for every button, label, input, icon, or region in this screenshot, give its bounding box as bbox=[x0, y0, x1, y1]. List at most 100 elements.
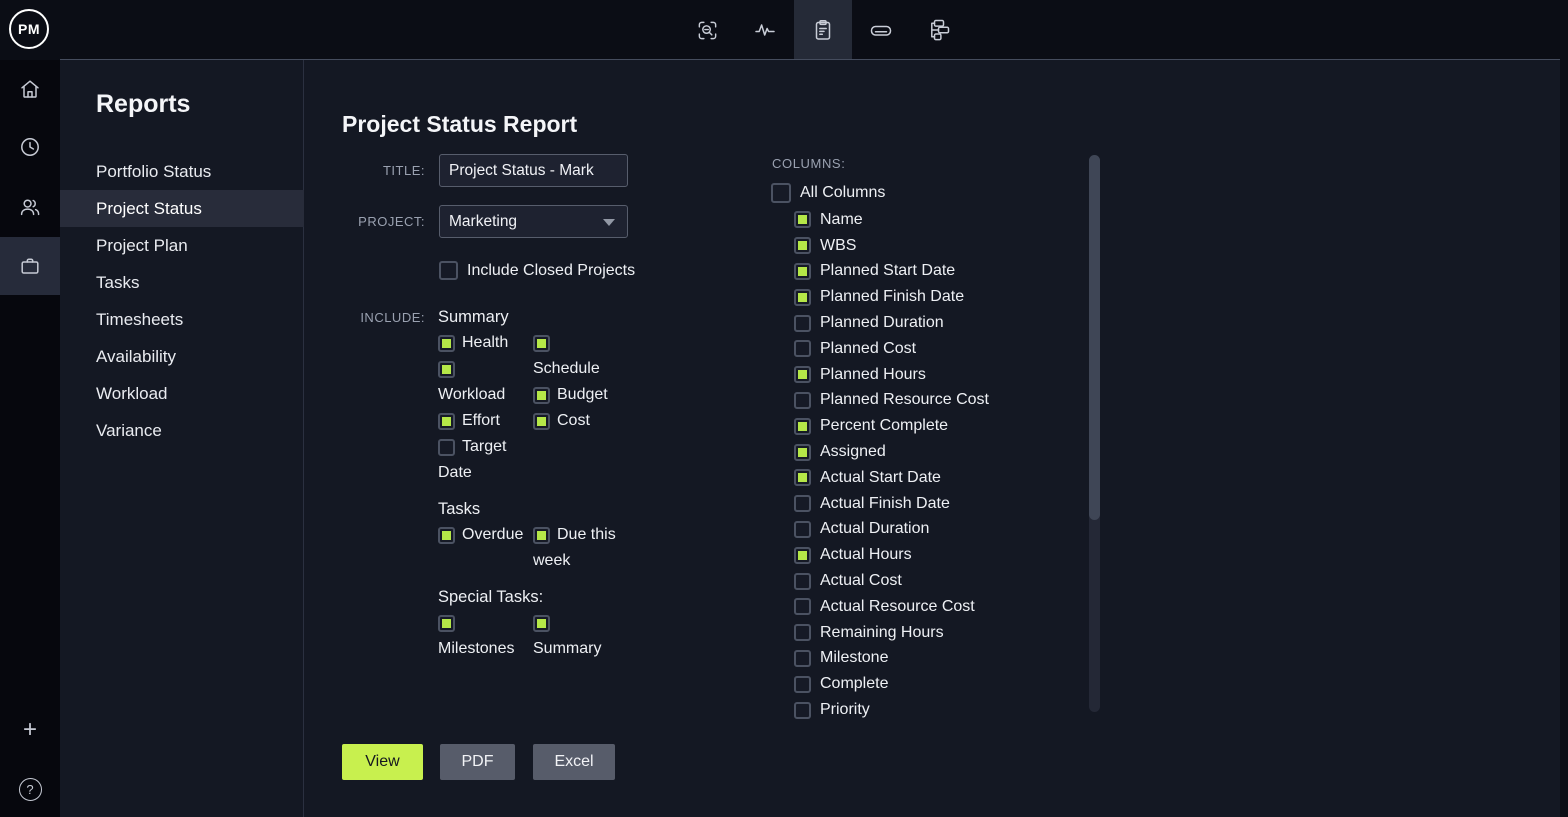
title-input[interactable] bbox=[439, 154, 628, 187]
sidebar-item-tasks[interactable]: Tasks bbox=[60, 264, 304, 301]
column-option-milestone[interactable]: Milestone bbox=[794, 646, 989, 672]
include-group-tasks: TasksOverdueDue thisweek bbox=[438, 498, 738, 574]
all-columns-option[interactable]: All Columns bbox=[771, 183, 885, 203]
column-option-planned-start-date[interactable]: Planned Start Date bbox=[794, 259, 989, 285]
include-option-milestones[interactable]: Milestones bbox=[438, 610, 533, 662]
view-button[interactable]: View bbox=[342, 744, 423, 780]
gantt-tab[interactable] bbox=[910, 0, 968, 60]
checkbox[interactable] bbox=[533, 387, 550, 404]
checkbox[interactable] bbox=[794, 340, 811, 357]
column-option-wbs[interactable]: WBS bbox=[794, 233, 989, 259]
include-option-overdue[interactable]: Overdue bbox=[438, 522, 533, 548]
columns-scrollbar-thumb[interactable] bbox=[1089, 155, 1100, 520]
excel-button[interactable]: Excel bbox=[533, 744, 615, 780]
sidebar-item-project-status[interactable]: Project Status bbox=[60, 190, 304, 227]
checkbox[interactable] bbox=[794, 289, 811, 306]
briefcase-icon bbox=[18, 254, 42, 278]
include-closed-checkbox[interactable] bbox=[439, 261, 458, 280]
pdf-button[interactable]: PDF bbox=[440, 744, 515, 780]
checkbox[interactable] bbox=[533, 335, 550, 352]
add-icon: + bbox=[23, 718, 37, 742]
timeline-tab[interactable] bbox=[852, 0, 910, 60]
checkbox[interactable] bbox=[794, 624, 811, 641]
checkbox[interactable] bbox=[533, 527, 550, 544]
sidebar-item-home[interactable] bbox=[0, 60, 60, 118]
checkbox[interactable] bbox=[794, 263, 811, 280]
include-option-effort[interactable]: Effort bbox=[438, 408, 533, 434]
column-option-actual-resource-cost[interactable]: Actual Resource Cost bbox=[794, 594, 989, 620]
column-option-priority[interactable]: Priority bbox=[794, 697, 989, 723]
column-option-planned-finish-date[interactable]: Planned Finish Date bbox=[794, 284, 989, 310]
zoom-search-tab[interactable] bbox=[678, 0, 736, 60]
checkbox[interactable] bbox=[794, 444, 811, 461]
sidebar-item-time[interactable] bbox=[0, 118, 60, 176]
checkbox[interactable] bbox=[794, 573, 811, 590]
checkbox[interactable] bbox=[794, 392, 811, 409]
checkbox[interactable] bbox=[533, 615, 550, 632]
column-option-assigned[interactable]: Assigned bbox=[794, 439, 989, 465]
column-option-actual-finish-date[interactable]: Actual Finish Date bbox=[794, 491, 989, 517]
checkbox[interactable] bbox=[438, 439, 455, 456]
checkbox[interactable] bbox=[438, 527, 455, 544]
option-label: Overdue bbox=[462, 526, 523, 544]
column-option-name[interactable]: Name bbox=[794, 207, 989, 233]
include-option-target-date[interactable]: TargetDate bbox=[438, 434, 533, 486]
checkbox[interactable] bbox=[438, 615, 455, 632]
checkbox[interactable] bbox=[533, 413, 550, 430]
checkbox[interactable] bbox=[794, 418, 811, 435]
include-option-due-this-week[interactable]: Due thisweek bbox=[533, 522, 628, 574]
include-option-schedule[interactable]: Schedule bbox=[533, 330, 628, 382]
project-select[interactable]: Marketing bbox=[439, 205, 628, 238]
include-option-budget[interactable]: Budget bbox=[533, 382, 628, 408]
checkbox[interactable] bbox=[794, 702, 811, 719]
sidebar-item-variance[interactable]: Variance bbox=[60, 412, 304, 449]
include-option-summary[interactable]: Summary bbox=[533, 610, 628, 662]
checkbox[interactable] bbox=[794, 598, 811, 615]
column-option-complete[interactable]: Complete bbox=[794, 671, 989, 697]
sidebar-item-timesheets[interactable]: Timesheets bbox=[60, 301, 304, 338]
checkbox[interactable] bbox=[794, 366, 811, 383]
checkbox[interactable] bbox=[438, 335, 455, 352]
sidebar-item-project-plan[interactable]: Project Plan bbox=[60, 227, 304, 264]
sidebar-item-portfolio-status[interactable]: Portfolio Status bbox=[60, 153, 304, 190]
sidebar-item-availability[interactable]: Availability bbox=[60, 338, 304, 375]
include-option-workload[interactable]: Workload bbox=[438, 356, 533, 408]
column-option-actual-cost[interactable]: Actual Cost bbox=[794, 568, 989, 594]
checkbox[interactable] bbox=[794, 547, 811, 564]
include-group-heading: Summary bbox=[438, 306, 738, 328]
include-option-health[interactable]: Health bbox=[438, 330, 533, 356]
column-label: Planned Resource Cost bbox=[820, 391, 989, 409]
checkbox[interactable] bbox=[794, 650, 811, 667]
sidebar-item-projects[interactable] bbox=[0, 237, 60, 295]
column-option-planned-cost[interactable]: Planned Cost bbox=[794, 336, 989, 362]
column-option-percent-complete[interactable]: Percent Complete bbox=[794, 413, 989, 439]
column-option-actual-start-date[interactable]: Actual Start Date bbox=[794, 465, 989, 491]
include-option-cost[interactable]: Cost bbox=[533, 408, 628, 434]
checkbox[interactable] bbox=[794, 521, 811, 538]
option-label: Due this bbox=[557, 526, 616, 544]
checkbox[interactable] bbox=[438, 361, 455, 378]
column-option-actual-hours[interactable]: Actual Hours bbox=[794, 542, 989, 568]
include-label: INCLUDE: bbox=[325, 310, 425, 325]
column-option-planned-duration[interactable]: Planned Duration bbox=[794, 310, 989, 336]
checkbox[interactable] bbox=[438, 413, 455, 430]
column-option-planned-resource-cost[interactable]: Planned Resource Cost bbox=[794, 388, 989, 414]
column-option-remaining-hours[interactable]: Remaining Hours bbox=[794, 620, 989, 646]
sidebar-item-team[interactable] bbox=[0, 178, 60, 236]
all-columns-checkbox[interactable] bbox=[771, 183, 791, 203]
checkbox[interactable] bbox=[794, 237, 811, 254]
checkbox[interactable] bbox=[794, 676, 811, 693]
checkbox[interactable] bbox=[794, 315, 811, 332]
checkbox[interactable] bbox=[794, 495, 811, 512]
column-option-planned-hours[interactable]: Planned Hours bbox=[794, 362, 989, 388]
checkbox[interactable] bbox=[794, 211, 811, 228]
activity-tab[interactable] bbox=[736, 0, 794, 60]
add-button[interactable]: + bbox=[0, 701, 60, 759]
sidebar-item-workload[interactable]: Workload bbox=[60, 375, 304, 412]
checkbox[interactable] bbox=[794, 469, 811, 486]
include-closed-projects[interactable]: Include Closed Projects bbox=[439, 261, 635, 280]
reports-tab[interactable] bbox=[794, 0, 852, 60]
column-option-actual-duration[interactable]: Actual Duration bbox=[794, 517, 989, 543]
project-select-value: Marketing bbox=[449, 213, 517, 231]
help-button[interactable]: ? bbox=[0, 760, 60, 817]
